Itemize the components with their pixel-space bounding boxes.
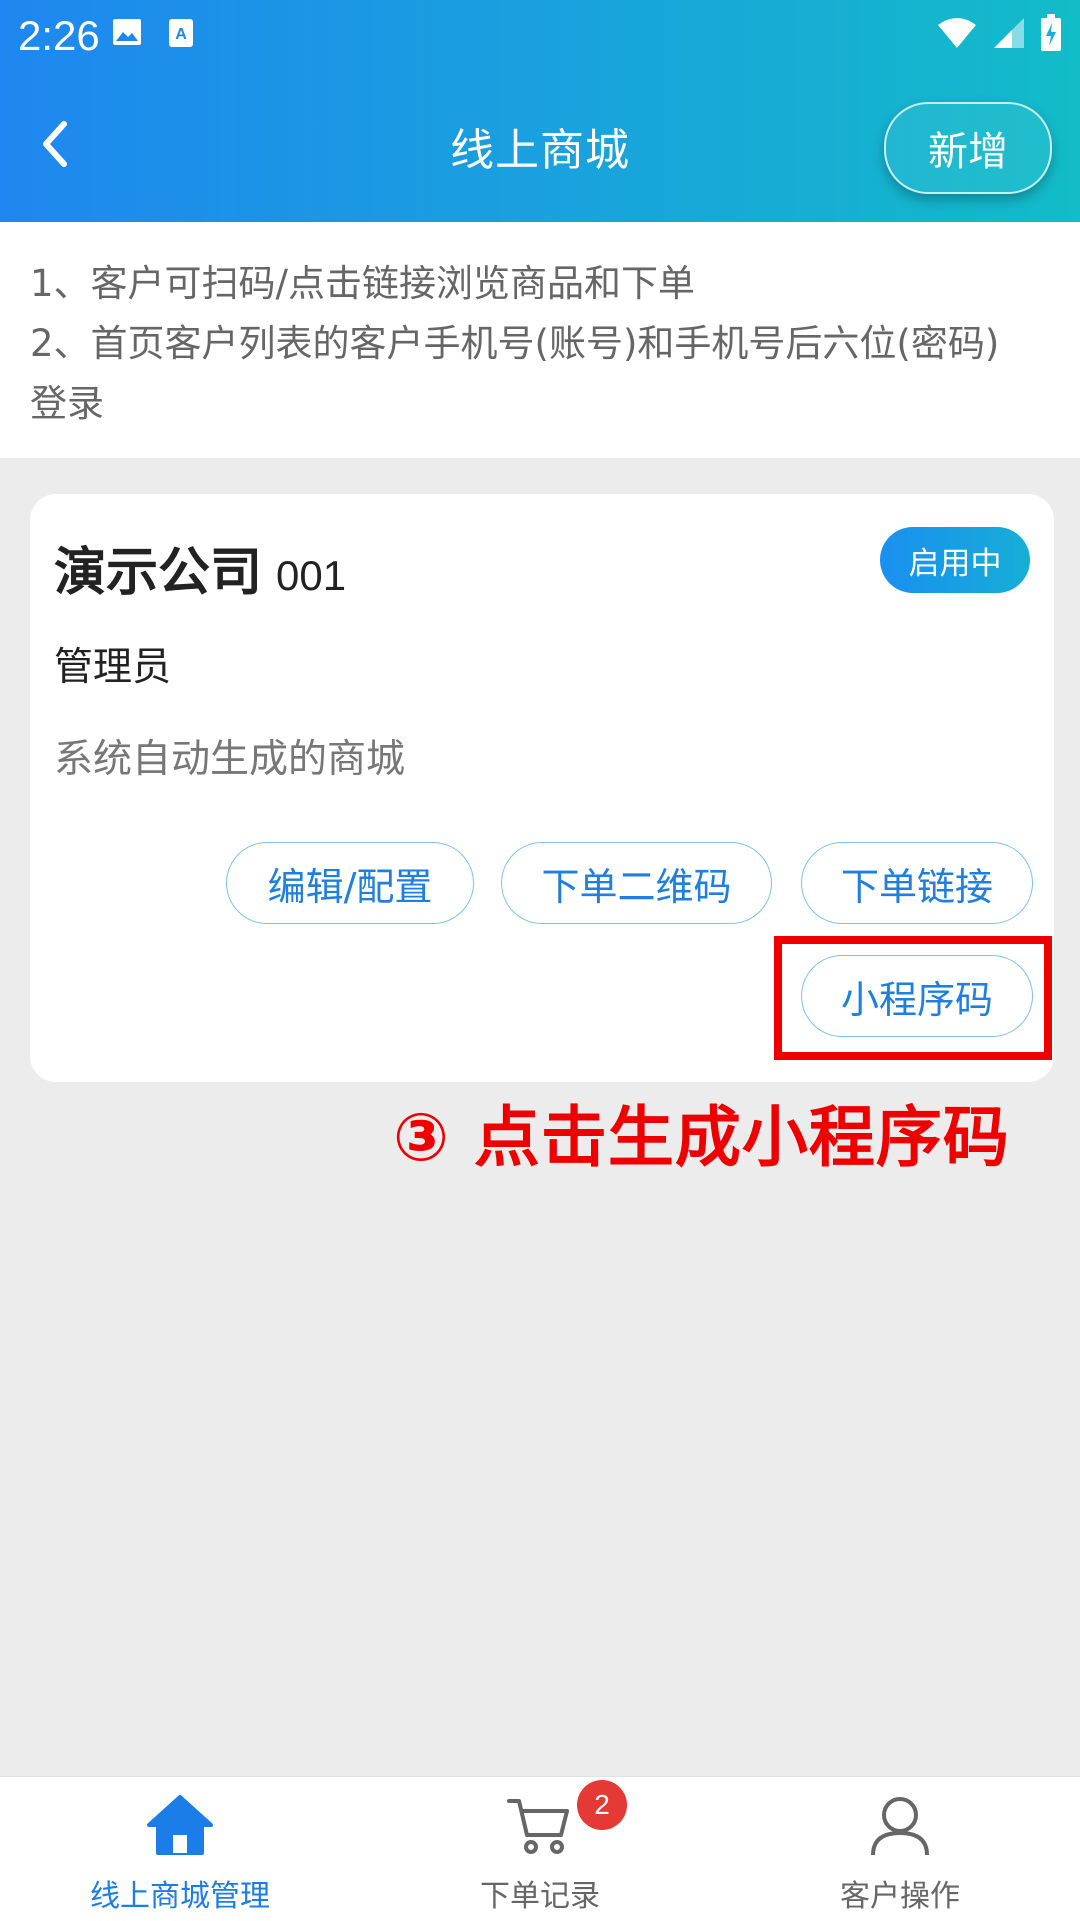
nav-item-mall-management[interactable]: 线上商城管理 — [0, 1777, 360, 1921]
order-count-badge: 2 — [577, 1780, 627, 1830]
nav-label: 客户操作 — [840, 1879, 960, 1914]
company-title: 演示公司 001 — [54, 530, 346, 605]
edit-config-button[interactable]: 编辑/配置 — [226, 842, 474, 924]
cart-icon — [505, 1793, 575, 1861]
info-section: 1、客户可扫码/点击链接浏览商品和下单 2、首页客户列表的客户手机号(账号)和手… — [0, 222, 1080, 458]
annotation-text: ③ 点击生成小程序码 — [393, 1099, 1010, 1176]
app-notification-icon: A — [168, 18, 194, 52]
company-code: 001 — [276, 552, 347, 599]
order-link-button[interactable]: 下单链接 — [801, 842, 1033, 924]
role-label: 管理员 — [54, 645, 172, 690]
wifi-icon — [936, 17, 978, 53]
nav-label: 下单记录 — [480, 1879, 600, 1914]
image-notification-icon — [112, 18, 142, 50]
app-header: 2:26 A 线上商城 新增 — [0, 0, 1080, 222]
signal-icon — [992, 17, 1026, 53]
status-time: 2:26 — [18, 12, 100, 59]
status-icons — [936, 14, 1062, 56]
user-icon — [865, 1793, 935, 1861]
bottom-nav: 线上商城管理 下单记录 客户操作 — [0, 1776, 1080, 1921]
nav-item-customer-operations[interactable]: 客户操作 — [720, 1777, 1080, 1921]
company-name: 演示公司 — [54, 543, 263, 603]
status-badge: 启用中 — [880, 527, 1030, 593]
mall-description: 系统自动生成的商城 — [54, 737, 406, 782]
info-line-1: 1、客户可扫码/点击链接浏览商品和下单 — [30, 262, 696, 305]
info-line-2: 2、首页客户列表的客户手机号(账号)和手机号后六位(密码)登录 — [30, 322, 1000, 425]
add-button[interactable]: 新增 — [884, 102, 1052, 194]
order-qrcode-button[interactable]: 下单二维码 — [501, 842, 772, 924]
svg-text:A: A — [175, 26, 187, 43]
nav-item-order-records[interactable]: 下单记录 — [360, 1777, 720, 1921]
battery-icon — [1040, 14, 1062, 56]
home-icon — [145, 1793, 215, 1861]
highlight-box — [774, 936, 1052, 1060]
nav-label: 线上商城管理 — [90, 1879, 270, 1914]
